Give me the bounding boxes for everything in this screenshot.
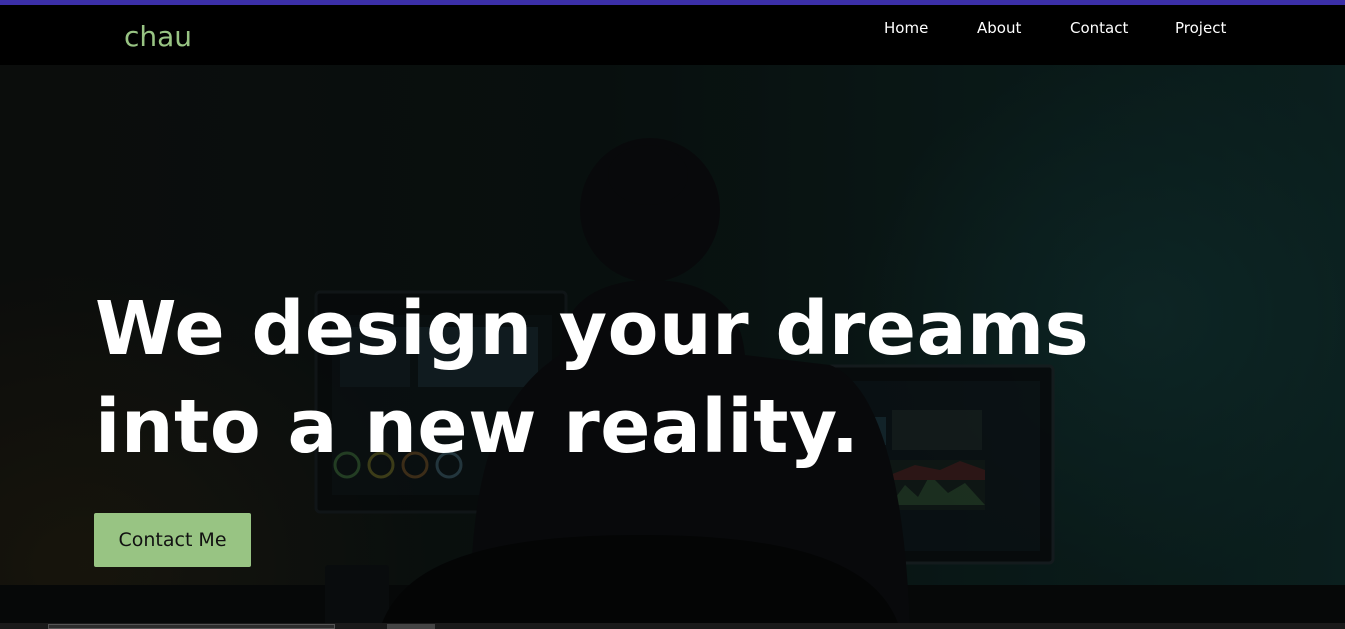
bottom-strip-segment [48, 624, 335, 629]
nav-link-home[interactable]: Home [884, 18, 928, 38]
nav-link-project[interactable]: Project [1175, 18, 1226, 38]
hero-section: We design your dreams into a new reality… [0, 65, 1345, 629]
nav-link-about[interactable]: About [977, 18, 1021, 38]
hero-heading: We design your dreams into a new reality… [95, 286, 1090, 470]
bottom-strip [0, 623, 1345, 629]
brand-logo[interactable]: chau [124, 20, 192, 54]
contact-me-button[interactable]: Contact Me [94, 513, 251, 567]
bottom-strip-segment [387, 624, 435, 629]
nav-link-contact[interactable]: Contact [1070, 18, 1128, 38]
navbar: chau Home About Contact Project [0, 5, 1345, 65]
